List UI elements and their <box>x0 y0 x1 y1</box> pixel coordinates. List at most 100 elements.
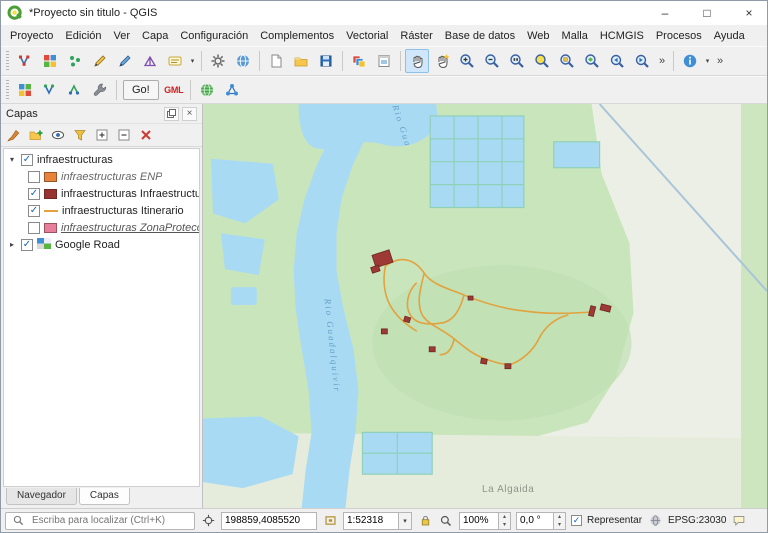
go-button[interactable]: Go! <box>123 80 159 100</box>
tab-capas[interactable]: Capas <box>78 488 130 505</box>
lock-scale-icon[interactable] <box>417 513 433 529</box>
zoom-native-icon[interactable] <box>505 49 529 73</box>
spin-up-icon[interactable]: ▴ <box>554 513 565 521</box>
magnifier-spinbox[interactable]: ▴▾ <box>459 511 511 530</box>
toolbar-grip[interactable] <box>6 80 9 100</box>
layer-checkbox[interactable]: ✓ <box>28 187 40 200</box>
maximize-button[interactable]: □ <box>689 1 725 25</box>
menu-malla[interactable]: Malla <box>556 27 594 45</box>
expander-icon[interactable]: ▾ <box>7 155 17 164</box>
menu-vectorial[interactable]: Vectorial <box>340 27 394 45</box>
processing-gear-icon[interactable] <box>206 49 230 73</box>
identify-features-icon[interactable] <box>678 49 702 73</box>
menu-proyecto[interactable]: Proyecto <box>4 27 59 45</box>
collapse-all-icon[interactable] <box>114 125 134 145</box>
expand-all-icon[interactable] <box>92 125 112 145</box>
menu-hcmgis[interactable]: HCMGIS <box>594 27 650 45</box>
quickmap-globe-icon[interactable] <box>195 78 219 102</box>
menu-complementos[interactable]: Complementos <box>254 27 340 45</box>
map-canvas[interactable]: Rio Gua Rio Guadalquivir La Algaida <box>203 104 767 508</box>
layer-swatch[interactable] <box>44 222 57 233</box>
zoom-out-icon[interactable] <box>480 49 504 73</box>
vertex-edit-green-icon[interactable] <box>63 78 87 102</box>
style-manager-icon[interactable] <box>347 49 371 73</box>
annotation-options-dropdown[interactable]: ▾ <box>188 49 197 73</box>
add-group-icon[interactable] <box>26 125 46 145</box>
crs-globe-icon[interactable] <box>647 513 663 529</box>
gml-loader-button[interactable]: GML <box>162 78 186 102</box>
zoom-in-icon[interactable] <box>455 49 479 73</box>
menu-base-de-datos[interactable]: Base de datos <box>439 27 521 45</box>
layer-checkbox[interactable] <box>28 221 40 234</box>
panel-close-icon[interactable]: × <box>182 106 197 121</box>
layer-swatch[interactable] <box>44 188 57 199</box>
map-themes-icon[interactable] <box>48 125 68 145</box>
menu-raster[interactable]: Ráster <box>394 27 438 45</box>
zoom-last-icon[interactable] <box>605 49 629 73</box>
identify-options-dropdown[interactable]: ▾ <box>703 49 712 73</box>
tab-navegador[interactable]: Navegador <box>6 488 77 505</box>
quick-style-grid-icon[interactable] <box>13 78 37 102</box>
menu-ver[interactable]: Ver <box>108 27 137 45</box>
layout-manager-icon[interactable] <box>372 49 396 73</box>
spin-down-icon[interactable]: ▾ <box>499 521 510 529</box>
layer-row-group[interactable]: ▾ ✓ infraestructuras <box>4 151 199 168</box>
menu-ayuda[interactable]: Ayuda <box>708 27 751 45</box>
layer-row-infraestructura[interactable]: ✓ infraestructuras Infraestructu <box>4 185 199 202</box>
pan-to-selection-icon[interactable] <box>430 49 454 73</box>
toolbar-overflow-button[interactable]: » <box>655 49 669 73</box>
rotation-input[interactable] <box>516 511 554 530</box>
zoom-next-icon[interactable] <box>630 49 654 73</box>
filter-legend-icon[interactable] <box>70 125 90 145</box>
zoom-to-layer-icon[interactable] <box>580 49 604 73</box>
annotation-icon[interactable] <box>163 49 187 73</box>
layer-styling-icon[interactable] <box>4 125 24 145</box>
zoom-to-selection-icon[interactable] <box>555 49 579 73</box>
save-project-icon[interactable] <box>314 49 338 73</box>
messages-icon[interactable] <box>731 513 747 529</box>
layer-checkbox[interactable]: ✓ <box>21 238 33 251</box>
web-globe-icon[interactable] <box>231 49 255 73</box>
toolbar-grip[interactable] <box>6 51 9 71</box>
scale-combo[interactable]: ▾ <box>343 511 412 530</box>
style-grid-icon[interactable] <box>38 49 62 73</box>
wrench-tool-icon[interactable] <box>88 78 112 102</box>
expander-icon[interactable]: ▸ <box>7 240 17 249</box>
minimize-button[interactable]: – <box>647 1 683 25</box>
vertex-tool-icon[interactable] <box>13 49 37 73</box>
locate-bar[interactable] <box>5 511 195 530</box>
rotation-spin-buttons[interactable]: ▴ ▾ <box>554 511 566 530</box>
menu-configuracion[interactable]: Configuración <box>174 27 254 45</box>
layer-row-enp[interactable]: infraestructuras ENP <box>4 168 199 185</box>
remove-layer-icon[interactable] <box>136 125 156 145</box>
mesh-digitizing-icon[interactable] <box>138 49 162 73</box>
network-nodes-icon[interactable] <box>220 78 244 102</box>
scale-dropdown-icon[interactable]: ▾ <box>399 511 412 530</box>
magnifier-spin-buttons[interactable]: ▴ ▾ <box>499 511 511 530</box>
layer-checkbox[interactable]: ✓ <box>28 204 40 217</box>
locate-input[interactable] <box>30 514 190 527</box>
scale-input[interactable] <box>343 511 399 530</box>
pan-map-icon[interactable] <box>405 49 429 73</box>
menu-procesos[interactable]: Procesos <box>650 27 708 45</box>
layer-checkbox[interactable] <box>28 170 40 183</box>
digitize-pencil-icon[interactable] <box>88 49 112 73</box>
new-project-icon[interactable] <box>264 49 288 73</box>
extents-icon[interactable] <box>322 513 338 529</box>
layer-row-itinerario[interactable]: ✓ infraestructuras Itinerario <box>4 202 199 219</box>
spin-up-icon[interactable]: ▴ <box>499 513 510 521</box>
layer-row-google-road[interactable]: ▸ ✓ Google Road <box>4 236 199 253</box>
panel-float-icon[interactable] <box>164 106 179 121</box>
rotation-spinbox[interactable]: ▴▾ <box>516 511 566 530</box>
title-bar[interactable]: *Proyecto sin titulo - QGIS – □ × <box>1 1 767 25</box>
vertex-edit-blue-icon[interactable] <box>38 78 62 102</box>
menu-edicion[interactable]: Edición <box>59 27 107 45</box>
coordinate-icon[interactable] <box>200 513 216 529</box>
menu-capa[interactable]: Capa <box>136 27 174 45</box>
coordinate-input[interactable] <box>221 511 317 530</box>
layer-swatch-line[interactable] <box>44 209 58 212</box>
layer-swatch[interactable] <box>44 171 57 182</box>
layer-checkbox[interactable]: ✓ <box>21 153 33 166</box>
topology-points-icon[interactable] <box>63 49 87 73</box>
render-checkbox[interactable]: ✓ <box>571 515 582 526</box>
